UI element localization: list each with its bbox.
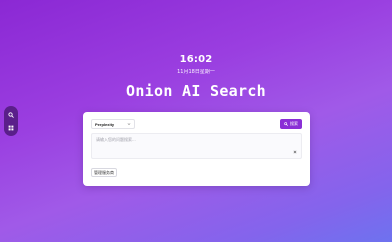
model-select[interactable]: Perplexity	[91, 119, 135, 129]
side-rail	[4, 106, 18, 136]
clear-icon[interactable]	[292, 149, 297, 154]
search-icon	[284, 122, 288, 126]
rail-search-button[interactable]	[6, 110, 16, 120]
query-box	[91, 133, 302, 159]
clock-time: 16:02	[179, 54, 213, 65]
search-card: Perplexity 搜索 管理服务商	[83, 112, 310, 186]
chevron-down-icon	[127, 122, 131, 126]
manage-providers-button[interactable]: 管理服务商	[91, 168, 117, 177]
clock-date: 11月18日星期一	[177, 69, 215, 75]
page-title: Onion AI Search	[126, 82, 266, 100]
search-button[interactable]: 搜索	[280, 119, 302, 129]
grid-icon	[8, 125, 14, 130]
search-button-label: 搜索	[290, 121, 298, 126]
rail-grid-button[interactable]	[6, 123, 16, 133]
query-input[interactable]	[96, 137, 297, 155]
model-select-value: Perplexity	[95, 121, 115, 127]
search-icon	[8, 111, 14, 118]
